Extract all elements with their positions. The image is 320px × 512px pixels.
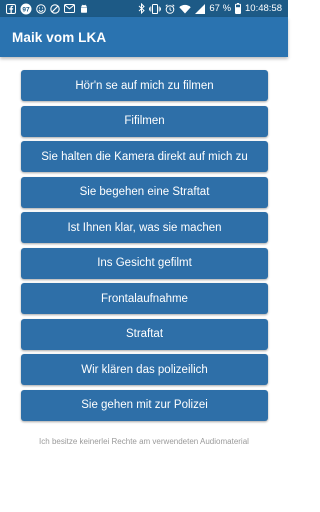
clock: 10:48:58 <box>245 3 282 14</box>
signal-icon <box>195 3 206 14</box>
mail-icon <box>64 4 75 13</box>
sound-button-ins-gesicht[interactable]: Ins Gesicht gefilmt <box>21 247 268 279</box>
bluetooth-icon <box>138 3 146 14</box>
app-title: Maik vom LKA <box>12 29 107 45</box>
sound-button-straftat[interactable]: Straftat <box>21 318 268 350</box>
alarm-icon <box>165 3 175 14</box>
block-icon <box>50 3 60 14</box>
battery-icon <box>235 3 242 14</box>
wifi-icon <box>179 4 192 14</box>
sound-button-polizeilich[interactable]: Wir klären das polizeilich <box>21 354 268 385</box>
smiley-icon <box>36 3 46 14</box>
app-bar: Maik vom LKA <box>0 17 288 57</box>
vibrate-icon <box>149 3 162 14</box>
battery-percent: 67 % <box>209 3 232 14</box>
sound-button-hoern-se-auf[interactable]: Hör'n se auf mich zu filmen <box>21 70 268 101</box>
sound-button-fifilmen[interactable]: Fifilmen <box>21 105 268 137</box>
sound-button-straftat-begehen[interactable]: Sie begehen eine Straftat <box>21 176 268 208</box>
sound-button-frontalaufnahme[interactable]: Frontalaufnahme <box>21 283 268 314</box>
facebook-icon <box>6 3 16 14</box>
copyright-disclaimer: Ich besitze keinerlei Rechte am verwende… <box>39 437 249 446</box>
sound-button-kamera-direkt[interactable]: Sie halten die Kamera direkt auf mich zu <box>21 141 268 172</box>
status-bar-left: 97 <box>0 3 89 15</box>
sound-button-list: Hör'n se auf mich zu filmen Fifilmen Sie… <box>21 70 268 425</box>
sound-button-ist-ihnen-klar[interactable]: Ist Ihnen klar, was sie machen <box>21 212 268 243</box>
notification-count: 97 <box>22 6 30 13</box>
android-icon <box>79 4 89 14</box>
sound-button-zur-polizei[interactable]: Sie gehen mit zur Polizei <box>21 389 268 421</box>
status-bar-right: 67 % 10:48:58 <box>138 3 288 14</box>
notification-count-badge-icon: 97 <box>20 3 32 15</box>
status-bar: 97 67 % 10:48:58 <box>0 0 288 17</box>
